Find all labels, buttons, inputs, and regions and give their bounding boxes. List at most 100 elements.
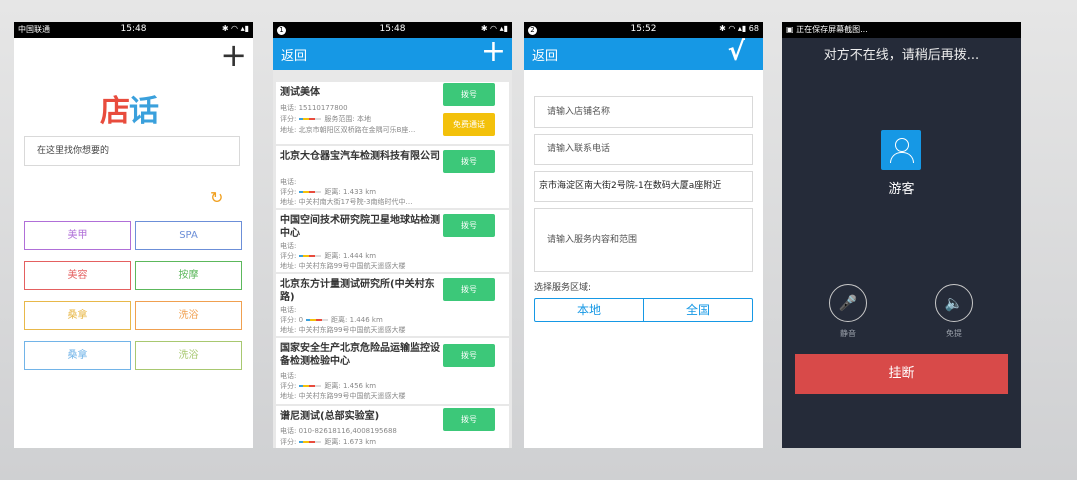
rating-label: 评分: (280, 188, 297, 196)
mute-label: 静音 (840, 329, 856, 338)
mute-button[interactable]: 🎤 (829, 284, 867, 322)
shop-phone: 电话: 15110177800 (280, 104, 348, 112)
rating-label: 评分: (280, 252, 297, 260)
shop-name: 北京大仓器宝汽车检测科技有限公司 (280, 151, 440, 162)
category-button[interactable]: 洗浴 (135, 341, 242, 370)
app-logo: 店话 (100, 86, 159, 130)
distance: 距离: 1.433 km (324, 188, 377, 196)
status-icons: ✱ ◠ ▴▮ (480, 24, 508, 33)
dial-button[interactable]: 拨号 (443, 408, 495, 431)
shop-name: 北京东方计量测试研究所(中关村东路) (280, 279, 435, 303)
avatar-icon (881, 130, 921, 170)
category-button[interactable]: 桑拿 (24, 301, 131, 330)
add-shop-screen: 2 15:52 ✱ ◠ ▴▮ 68 返回 √ 请输入店铺名称 请输入联系电话 京… (524, 22, 763, 448)
status-bar: ▣ 正在保存屏幕截图... (782, 22, 1021, 38)
rating-label: 评分: 0 (280, 316, 304, 324)
shop-phone: 电话: (280, 306, 297, 314)
status-text: ▣ 正在保存屏幕截图... (786, 25, 868, 34)
phone-field[interactable]: 请输入联系电话 (534, 134, 753, 165)
hangup-button[interactable]: 挂断 (795, 354, 1008, 394)
region-selector: 本地 全国 (534, 298, 753, 322)
back-button[interactable]: 返回 (281, 45, 307, 64)
status-icons: ✱ ◠ ▴▮ 68 (719, 24, 759, 33)
logo-part2: 话 (129, 94, 159, 129)
caller-name: 游客 (888, 182, 915, 197)
shop-rating-row: 评分: 服务范围: 本地 (280, 114, 371, 124)
list-item[interactable]: 国家安全生产北京危险品运输监控设备检测检验中心 电话: 评分: 距离: 1.456… (276, 338, 509, 404)
add-icon[interactable]: + (481, 36, 506, 68)
rating-stars (299, 191, 322, 193)
rating-label: 评分: (280, 115, 297, 123)
rating-stars (306, 319, 329, 321)
rating-stars (299, 441, 322, 443)
distance: 距离: 1.673 km (324, 438, 377, 446)
free-call-button[interactable]: 免费通话 (443, 113, 495, 136)
dial-button[interactable]: 拨号 (443, 150, 495, 173)
shop-name: 谱尼测试(总部实验室) (280, 411, 380, 422)
speaker-button[interactable]: 🔈 (935, 284, 973, 322)
avatar-body (890, 152, 914, 163)
clock: 15:48 (120, 24, 147, 34)
shop-address: 地址: 北京市朝阳区双桥路在金隅可乐B座… (280, 126, 416, 134)
refresh-icon[interactable]: ↻ (210, 188, 223, 207)
category-button[interactable]: SPA (135, 221, 242, 250)
dial-button[interactable]: 拨号 (443, 344, 495, 367)
speaker-label: 免提 (946, 329, 962, 338)
list-item[interactable]: 测试美体 电话: 15110177800 评分: 服务范围: 本地 地址: 北京市… (276, 82, 509, 144)
dial-button[interactable]: 拨号 (443, 278, 495, 301)
list-item[interactable]: 谱尼测试(总部实验室) 电话: 010-82618116,4008195688 … (276, 406, 509, 448)
add-icon[interactable]: + (220, 36, 247, 74)
confirm-icon[interactable]: √ (728, 36, 745, 68)
service-field[interactable]: 请输入服务内容和范围 (534, 208, 753, 272)
list-item[interactable]: 北京大仓器宝汽车检测科技有限公司 电话: 评分: 距离: 1.433 km 地址:… (276, 146, 509, 208)
category-button[interactable]: 美甲 (24, 221, 131, 250)
shop-phone: 电话: (280, 242, 297, 250)
speaker-icon: 🔈 (944, 294, 964, 312)
shop-rating-row: 评分: 距离: 1.456 km (280, 381, 376, 391)
service-range: 服务范围: 本地 (324, 115, 371, 123)
list-item[interactable]: 中国空间技术研究院卫星地球站检测中心 电话: 评分: 距离: 1.444 km 地… (276, 210, 509, 272)
shop-name: 测试美体 (280, 87, 320, 98)
call-screen: ▣ 正在保存屏幕截图... 对方不在线，请稍后再拨... 游客 🎤 静音 🔈 免… (782, 22, 1021, 448)
category-button[interactable]: 按摩 (135, 261, 242, 290)
shop-rating-row: 评分: 距离: 1.433 km (280, 187, 376, 197)
logo-part1: 店 (100, 94, 130, 129)
rating-stars (299, 118, 322, 120)
avatar-head (895, 138, 909, 152)
shop-phone: 电话: (280, 372, 297, 380)
shop-rating-row: 评分: 0 距离: 1.446 km (280, 315, 383, 325)
shop-phone: 电话: 010-82618116,4008195688 (280, 427, 397, 435)
nav-bar: 返回 + (273, 36, 512, 70)
address-field[interactable]: 京市海淀区南大街2号院-1在数码大厦a座附近 (534, 171, 753, 202)
shop-phone: 电话: (280, 178, 297, 186)
clock: 15:48 (379, 24, 406, 34)
shop-address: 地址: 中关村东路99号中国航天遥感大楼 (280, 326, 406, 334)
category-button[interactable]: 桑拿 (24, 341, 131, 370)
shop-address: 地址: 中关村东路99号中国航天遥感大楼 (280, 392, 406, 400)
shop-address: 地址: 中关村东路99号中国航天遥感大楼 (280, 262, 406, 270)
dial-button[interactable]: 拨号 (443, 214, 495, 237)
category-button[interactable]: 美容 (24, 261, 131, 290)
rating-stars (299, 385, 322, 387)
distance: 距离: 1.446 km (331, 316, 383, 324)
nav-bar: 返回 √ (524, 36, 763, 70)
region-national-option[interactable]: 全国 (643, 299, 752, 321)
distance: 距离: 1.456 km (324, 382, 377, 390)
microphone-icon: 🎤 (838, 294, 858, 312)
list-item[interactable]: 北京东方计量测试研究所(中关村东路) 电话: 评分: 0 距离: 1.446 km… (276, 274, 509, 336)
search-input[interactable]: 在这里找你想要的 (24, 136, 240, 166)
region-local-option[interactable]: 本地 (535, 299, 643, 321)
status-bar: 1 15:48 ✱ ◠ ▴▮ (273, 22, 512, 38)
back-button[interactable]: 返回 (532, 45, 558, 64)
region-label: 选择服务区域: (534, 283, 592, 293)
shop-rating-row: 评分: 距离: 1.673 km (280, 437, 376, 447)
category-button[interactable]: 洗浴 (135, 301, 242, 330)
home-screen: 中国联通 15:48 ✱ ◠ ▴▮ + 店话 在这里找你想要的 ↻ 美甲 SPA… (14, 22, 253, 448)
shop-name: 国家安全生产北京危险品运输监控设备检测检验中心 (280, 343, 440, 367)
rating-stars (299, 255, 322, 257)
dial-button[interactable]: 拨号 (443, 83, 495, 106)
status-bar: 中国联通 15:48 ✱ ◠ ▴▮ (14, 22, 253, 38)
shop-name-field[interactable]: 请输入店铺名称 (534, 96, 753, 128)
shop-address: 地址: 中关村南大街17号院-3南络时代中… (280, 198, 413, 206)
offline-notice: 对方不在线，请稍后再拨... (823, 48, 980, 63)
